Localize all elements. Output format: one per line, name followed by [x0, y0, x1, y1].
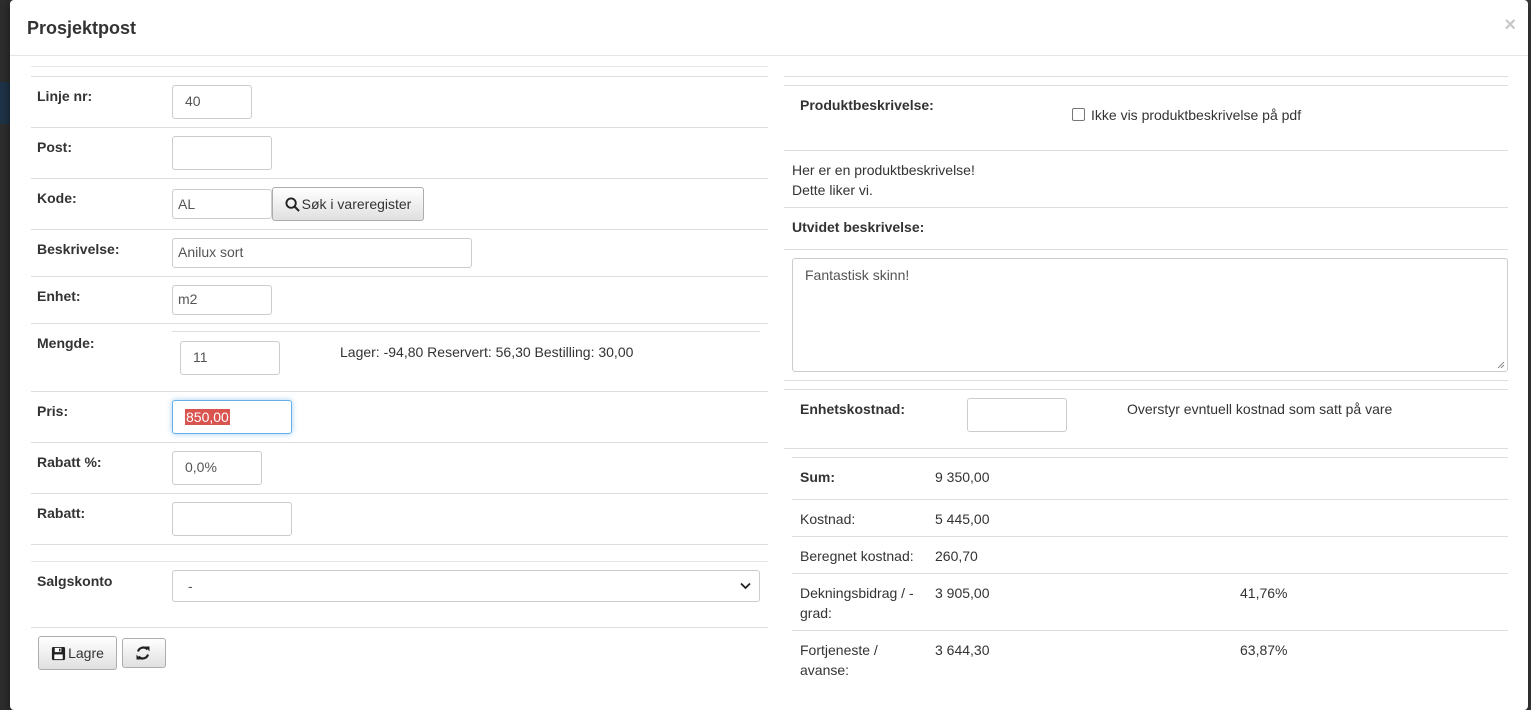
- divider: [31, 627, 768, 628]
- quantity-input[interactable]: 11: [180, 341, 280, 375]
- discount-pct-label: Rabatt %:: [37, 454, 102, 470]
- contribution-value: 3 905,00: [935, 585, 990, 601]
- divider: [31, 561, 768, 562]
- unit-cost-input[interactable]: [967, 398, 1067, 432]
- sales-account-value: -: [188, 578, 193, 594]
- floppy-disk-icon: [52, 646, 66, 660]
- cost-value: 5 445,00: [935, 511, 990, 527]
- extended-description-textarea[interactable]: Fantastisk skinn!: [792, 258, 1508, 372]
- close-icon[interactable]: ×: [1504, 14, 1516, 37]
- product-description-line: Dette liker vi.: [792, 182, 873, 198]
- divider: [172, 331, 760, 332]
- unit-cost-label: Enhetskostnad:: [800, 401, 906, 417]
- contribution-label-cont: grad:: [800, 605, 832, 621]
- contribution-percent: 41,76%: [1240, 585, 1288, 601]
- description-label: Beskrivelse:: [37, 241, 120, 257]
- profit-value: 3 644,30: [935, 642, 990, 658]
- price-value: 850,00: [185, 409, 230, 425]
- line-no-label: Linje nr:: [37, 88, 93, 104]
- divider: [792, 499, 1508, 500]
- divider: [792, 573, 1508, 574]
- post-label: Post:: [37, 139, 72, 155]
- divider: [784, 150, 1508, 151]
- post-input[interactable]: [172, 136, 272, 170]
- divider: [784, 85, 1508, 86]
- resize-grip-icon[interactable]: [1497, 361, 1505, 369]
- extended-description-value: Fantastisk skinn!: [805, 267, 910, 283]
- divider: [31, 127, 768, 128]
- divider: [31, 493, 768, 494]
- divider: [31, 76, 768, 77]
- profit-label-cont: avanse:: [800, 662, 850, 678]
- profit-percent: 63,87%: [1240, 642, 1288, 658]
- product-description-label: Produktbeskrivelse:: [800, 97, 934, 113]
- cost-label: Kostnad:: [800, 511, 856, 527]
- modal-title: Prosjektpost: [27, 18, 137, 38]
- contribution-label: Dekningsbidrag / -: [800, 585, 914, 601]
- divider: [784, 249, 1508, 250]
- refresh-icon: [136, 646, 150, 660]
- divider: [31, 391, 768, 392]
- discount-label: Rabatt:: [37, 505, 86, 521]
- line-no-input[interactable]: 40: [172, 85, 252, 119]
- quantity-label: Mengde:: [37, 335, 95, 351]
- discount-pct-input[interactable]: 0,0%: [172, 451, 262, 485]
- unit-cost-hint: Overstyr evntuell kostnad som satt på va…: [1127, 401, 1393, 417]
- stock-info: Lager: -94,80 Reservert: 56,30 Bestillin…: [340, 344, 634, 360]
- hide-description-label: Ikke vis produktbeskrivelse på pdf: [1091, 107, 1302, 123]
- refresh-button[interactable]: [122, 638, 166, 668]
- divider: [784, 448, 1508, 449]
- calculated-cost-value: 260,70: [935, 548, 978, 564]
- divider: [784, 207, 1508, 208]
- sum-value: 9 350,00: [935, 469, 990, 485]
- price-input[interactable]: 850,00: [172, 400, 292, 434]
- code-input[interactable]: AL: [172, 189, 272, 219]
- sales-account-label: Salgskonto: [37, 573, 113, 589]
- divider: [784, 380, 1508, 381]
- search-icon: [285, 196, 300, 212]
- chevron-down-icon: [740, 582, 751, 590]
- discount-input[interactable]: [172, 502, 292, 536]
- product-description-line: Her er en produktbeskrivelse!: [792, 162, 975, 178]
- save-button[interactable]: Lagre: [38, 636, 117, 670]
- search-register-button[interactable]: Søk i vareregister: [272, 187, 424, 221]
- unit-input[interactable]: m2: [172, 285, 272, 315]
- divider: [31, 66, 768, 67]
- sum-label: Sum:: [800, 469, 835, 485]
- sales-account-select[interactable]: -: [172, 570, 760, 602]
- unit-label: Enhet:: [37, 288, 81, 304]
- hide-description-checkbox[interactable]: [1072, 108, 1085, 121]
- divider: [784, 76, 1508, 77]
- divider: [31, 276, 768, 277]
- divider: [31, 442, 768, 443]
- extended-description-label: Utvidet beskrivelse:: [792, 219, 925, 235]
- search-register-label: Søk i vareregister: [301, 196, 412, 212]
- divider: [792, 630, 1508, 631]
- profit-label: Fortjeneste /: [800, 642, 878, 658]
- modal-header: Prosjektpost ×: [10, 0, 1528, 56]
- divider: [31, 323, 768, 324]
- divider: [31, 178, 768, 179]
- divider: [792, 536, 1508, 537]
- prosjektpost-modal: Prosjektpost × Linje nr: 40 Post: Kode: …: [10, 0, 1528, 710]
- description-input[interactable]: Anilux sort: [172, 238, 472, 268]
- calculated-cost-label: Beregnet kostnad:: [800, 548, 914, 564]
- code-label: Kode:: [37, 190, 77, 206]
- divider: [31, 544, 768, 545]
- divider: [31, 229, 768, 230]
- save-label: Lagre: [68, 645, 104, 661]
- price-label: Pris:: [37, 403, 69, 419]
- divider: [784, 389, 1508, 390]
- divider: [792, 457, 1508, 458]
